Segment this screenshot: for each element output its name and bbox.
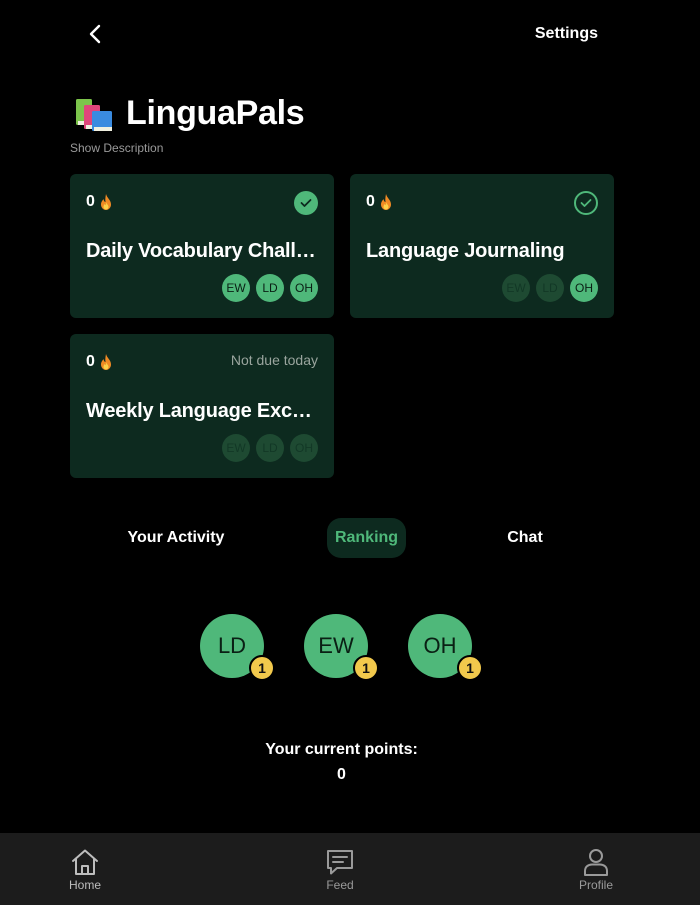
points-label: Your current points: bbox=[265, 741, 418, 758]
ranking-avatar[interactable]: OH 1 bbox=[408, 614, 483, 681]
check-icon bbox=[580, 199, 592, 207]
member-avatars: EW LD OH bbox=[222, 274, 318, 302]
check-icon bbox=[300, 199, 312, 207]
habit-card[interactable]: 0 Daily Vocabulary Challenge EW LD OH bbox=[70, 174, 334, 318]
page-title: LinguaPals bbox=[126, 94, 305, 132]
completed-check-button[interactable] bbox=[294, 191, 318, 215]
avatar: OH bbox=[290, 274, 318, 302]
group-header: LinguaPals bbox=[72, 94, 305, 133]
nav-profile[interactable]: Profile bbox=[551, 833, 641, 905]
home-icon bbox=[72, 849, 98, 875]
back-button[interactable] bbox=[82, 20, 108, 48]
show-description-link[interactable]: Show Description bbox=[70, 141, 163, 155]
rank-badge: 1 bbox=[249, 655, 275, 681]
habit-card[interactable]: 0 Language Journaling EW LD OH bbox=[350, 174, 614, 318]
streak-count: 0 bbox=[86, 353, 95, 370]
complete-check-button[interactable] bbox=[574, 191, 598, 215]
avatar: EW bbox=[222, 274, 250, 302]
avatar: OH bbox=[570, 274, 598, 302]
avatar-initials: LD bbox=[217, 633, 247, 658]
rank-badge: 1 bbox=[353, 655, 379, 681]
streak-counter: 0 bbox=[366, 193, 392, 211]
rank-badge: 1 bbox=[457, 655, 483, 681]
books-icon bbox=[76, 98, 112, 131]
flame-icon bbox=[100, 354, 111, 370]
top-bar: Settings bbox=[0, 0, 700, 70]
avatar: EW bbox=[222, 434, 250, 462]
streak-counter: 0 bbox=[86, 353, 112, 371]
points-value: 0 bbox=[337, 766, 346, 783]
member-avatars: EW LD OH bbox=[502, 274, 598, 302]
avatar-initials: OH bbox=[423, 633, 457, 658]
nav-home[interactable]: Home bbox=[40, 833, 130, 905]
avatar: OH bbox=[290, 434, 318, 462]
avatar: LD bbox=[256, 274, 284, 302]
flame-icon bbox=[380, 194, 391, 210]
bottom-nav: Home Feed Profile bbox=[0, 833, 700, 905]
flame-icon bbox=[100, 194, 111, 210]
avatar: EW bbox=[502, 274, 530, 302]
streak-count: 0 bbox=[86, 193, 95, 210]
nav-feed[interactable]: Feed bbox=[295, 833, 385, 905]
avatar: LD bbox=[536, 274, 564, 302]
avatar: LD bbox=[256, 434, 284, 462]
tab-chat[interactable]: Chat bbox=[495, 518, 555, 558]
habit-title: Language Journaling bbox=[366, 240, 565, 262]
nav-home-label: Home bbox=[68, 878, 101, 892]
nav-feed-label: Feed bbox=[326, 878, 354, 892]
feed-icon bbox=[327, 850, 353, 875]
tab-ranking[interactable]: Ranking bbox=[327, 518, 406, 558]
habit-title: Weekly Language Exchange bbox=[86, 400, 322, 422]
streak-counter: 0 bbox=[86, 193, 112, 211]
tab-your-activity[interactable]: Your Activity bbox=[118, 518, 234, 558]
streak-count: 0 bbox=[366, 193, 375, 210]
habit-card[interactable]: 0 Not due today Weekly Language Exchange… bbox=[70, 334, 334, 478]
avatar-initials: EW bbox=[318, 633, 354, 658]
habit-title: Daily Vocabulary Challenge bbox=[86, 240, 322, 262]
user-icon bbox=[584, 849, 608, 876]
ranking-avatar[interactable]: LD 1 bbox=[200, 614, 275, 681]
nav-profile-label: Profile bbox=[578, 878, 613, 892]
due-status: Not due today bbox=[230, 352, 318, 368]
settings-button[interactable]: Settings bbox=[535, 25, 598, 43]
member-avatars: EW LD OH bbox=[222, 434, 318, 462]
chevron-left-icon bbox=[89, 24, 101, 44]
ranking-avatar[interactable]: EW 1 bbox=[304, 614, 379, 681]
